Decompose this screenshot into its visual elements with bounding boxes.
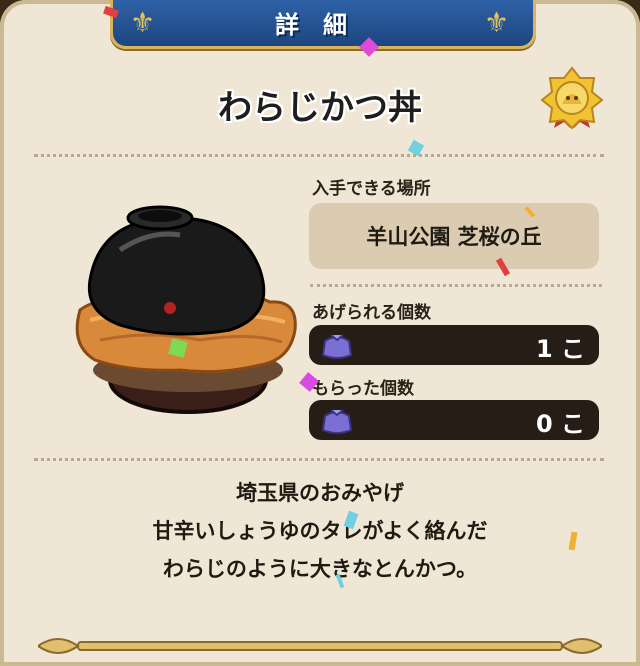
received-count-value: 0 こ	[535, 410, 585, 438]
bottom-ornament	[38, 638, 602, 654]
slime-medal-icon	[540, 66, 604, 130]
fleur-right-icon: ⚜	[484, 6, 510, 39]
description-line-1: 埼玉県のおみやげ	[236, 481, 404, 505]
gift-bag-icon	[321, 334, 353, 359]
header-title: 詳細	[275, 10, 371, 39]
giftable-count-value: 1 こ	[535, 335, 585, 363]
divider-top	[34, 154, 604, 157]
divider-bottom	[34, 458, 604, 461]
header-banner: 詳細	[110, 0, 536, 49]
received-count-label: もらった個数	[312, 379, 414, 399]
received-count-pill: 0 こ	[309, 400, 599, 440]
detail-panel: 詳細 ⚜ ⚜ わらじかつ丼 入手できる場所 羊山公園 芝桜の丘 あげられる個数	[0, 0, 640, 666]
giftable-count-label: あげられる個数	[312, 303, 431, 323]
description-line-3: わらじのように大きなとんかつ。	[162, 557, 478, 581]
katsudon-bowl-image	[75, 205, 297, 414]
acquire-location-box: 羊山公園 芝桜の丘	[309, 203, 599, 269]
acquire-location-value: 羊山公園 芝桜の丘	[366, 225, 542, 249]
description-line-2: 甘辛いしょうゆのタレがよく絡んだ	[152, 519, 488, 543]
gift-bag-icon	[321, 409, 353, 434]
item-description: 埼玉県のおみやげ 甘辛いしょうゆのタレがよく絡んだ わらじのように大きなとんかつ…	[0, 474, 640, 588]
fleur-left-icon: ⚜	[130, 6, 156, 39]
giftable-count-pill: 1 こ	[309, 325, 599, 365]
acquire-location-label: 入手できる場所	[312, 179, 431, 199]
divider-right	[310, 284, 602, 287]
